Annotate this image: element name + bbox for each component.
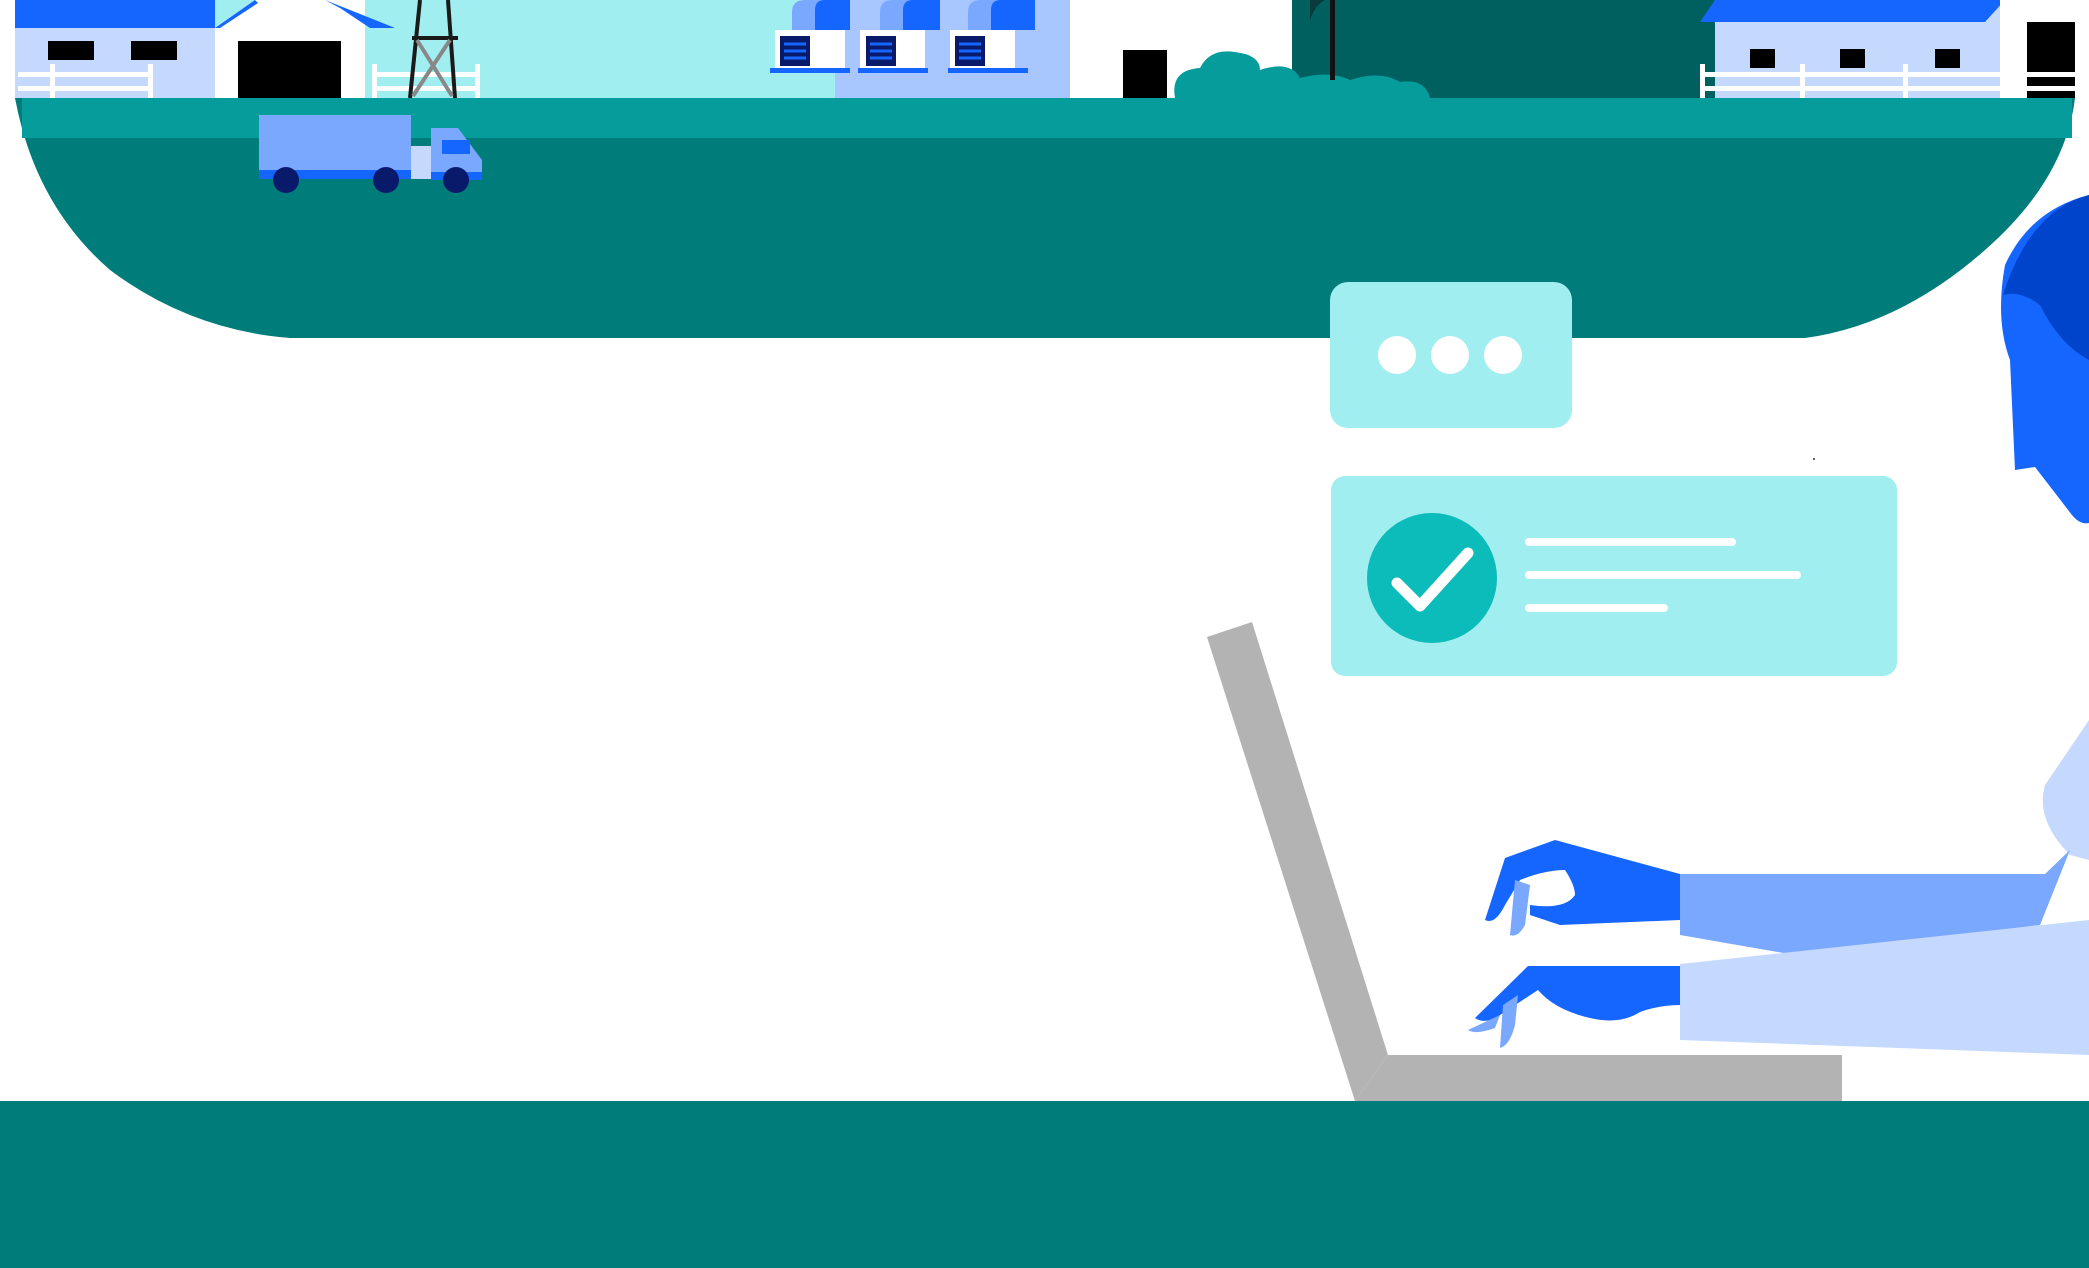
checkmark-icon (1367, 513, 1497, 643)
right-house (1700, 0, 2075, 98)
typing-dot (1484, 336, 1522, 374)
confirmation-card (1331, 476, 1897, 676)
footer-band (0, 1101, 2089, 1268)
illustration (15, 0, 2089, 1101)
typing-indicator-card (1330, 282, 1572, 428)
typing-dot (1431, 336, 1469, 374)
town-scene (15, 0, 2075, 338)
typing-dot (1378, 336, 1416, 374)
